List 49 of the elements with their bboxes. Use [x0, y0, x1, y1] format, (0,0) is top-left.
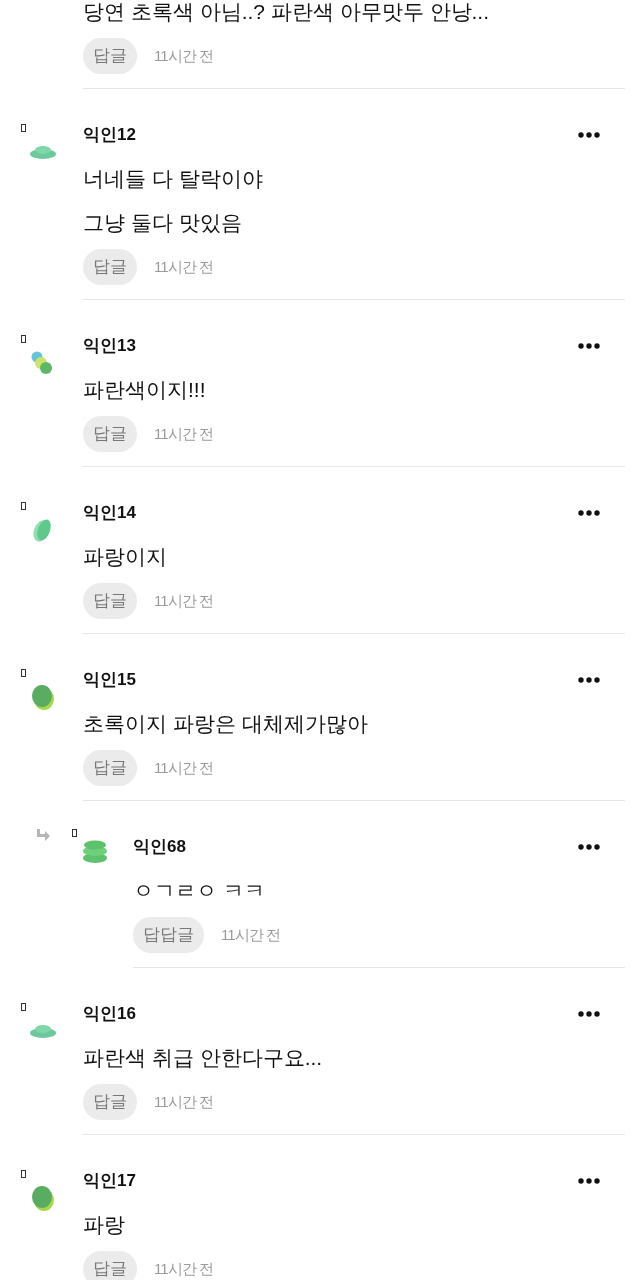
timestamp: 11시간 전	[154, 256, 213, 277]
comment-text: 파란색 취급 안한다구요...	[83, 1045, 324, 1071]
author-name: 익인14	[83, 502, 136, 525]
author-name: 익인68	[133, 836, 186, 859]
more-icon	[578, 677, 600, 683]
timestamp: 11시간 전	[154, 1258, 213, 1279]
reply-button[interactable]: 답글	[83, 249, 137, 285]
missing-glyph-icon	[21, 502, 26, 510]
more-icon	[578, 1178, 600, 1184]
missing-glyph-icon	[21, 124, 26, 132]
timestamp: 11시간 전	[154, 1091, 213, 1112]
more-icon	[578, 132, 600, 138]
comment-text: 그냥 둘다 맛있음	[83, 210, 243, 236]
author-name: 익인15	[83, 669, 136, 692]
comment-text: 당연 초록색 아님..? 파란색 아무맛두 안낭...	[83, 0, 491, 25]
reply-button[interactable]: 답글	[83, 750, 137, 786]
reply-button[interactable]: 답글	[83, 416, 137, 452]
reply-arrow-icon	[34, 829, 50, 843]
comment-text: ㅇㄱㄹㅇ ㅋㅋ	[133, 878, 266, 904]
author-name: 익인13	[83, 335, 136, 358]
author-name: 익인12	[83, 124, 136, 147]
timestamp: 11시간 전	[154, 423, 213, 444]
comment-text: 파랑이지	[83, 544, 168, 570]
missing-glyph-icon	[21, 335, 26, 343]
missing-glyph-icon	[21, 1003, 26, 1011]
reply-button[interactable]: 답글	[83, 38, 137, 74]
comment-text: 초록이지 파랑은 대체제가많아	[83, 711, 369, 737]
timestamp: 11시간 전	[221, 924, 280, 945]
missing-glyph-icon	[72, 829, 77, 837]
author-name: 익인17	[83, 1170, 136, 1193]
more-icon	[578, 510, 600, 516]
missing-glyph-icon	[21, 1170, 26, 1178]
timestamp: 11시간 전	[154, 45, 213, 66]
avatar-icon	[29, 1184, 57, 1212]
avatar-icon	[29, 683, 57, 711]
more-icon	[578, 844, 600, 850]
more-icon	[578, 1011, 600, 1017]
comment-text: 파랑	[83, 1212, 126, 1238]
timestamp: 11시간 전	[154, 757, 213, 778]
author-name: 익인16	[83, 1003, 136, 1026]
more-icon	[578, 343, 600, 349]
reply-button[interactable]: 답글	[83, 1251, 137, 1280]
missing-glyph-icon	[21, 669, 26, 677]
reply-button[interactable]: 답글	[83, 583, 137, 619]
comment-text: 파란색이지!!!	[83, 377, 207, 403]
timestamp: 11시간 전	[154, 590, 213, 611]
reply-button[interactable]: 답글	[83, 1084, 137, 1120]
comment-text: 너네들 다 탈락이야	[83, 166, 264, 192]
reply-button[interactable]: 답답글	[133, 917, 204, 953]
